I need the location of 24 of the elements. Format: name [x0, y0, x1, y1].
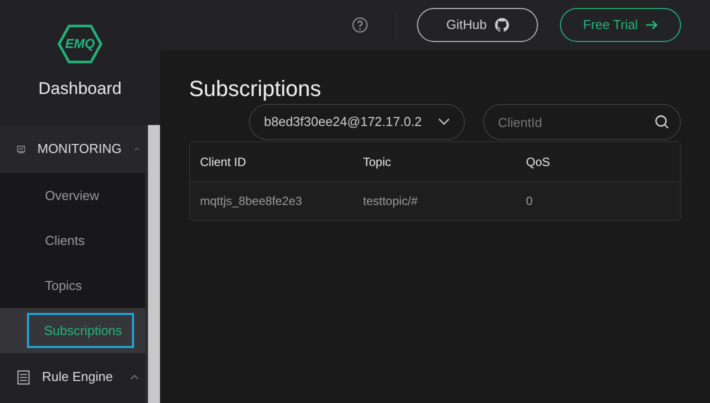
chevron-up-icon [130, 374, 139, 380]
github-icon [494, 18, 509, 32]
column-header: Client ID [200, 154, 248, 170]
arrow-right-icon [646, 20, 658, 30]
table-cell-text: 0 [526, 193, 534, 210]
github-button[interactable]: GitHub [417, 8, 538, 42]
page-title: Subscriptions [189, 78, 322, 100]
menu-item[interactable]: Subscriptions [27, 312, 134, 348]
list-icon [17, 370, 30, 384]
free-trial-button[interactable]: Free Trial [560, 8, 681, 42]
chevron-up-icon [134, 146, 139, 152]
table-cell-text: mqttjs_8bee8fe2e3 [200, 193, 304, 210]
search-field[interactable]: ClientId [483, 104, 681, 140]
column-header: Topic [363, 154, 392, 170]
menu-group[interactable]: MONITORING [0, 125, 145, 173]
column-header: QoS [526, 154, 552, 170]
chevron-down-icon [438, 118, 450, 126]
app-title: Dashboard [38, 78, 122, 100]
scrollbar[interactable] [145, 125, 160, 403]
table-cell-text: testtopic/# [363, 193, 419, 210]
logo: EMQ [57, 24, 103, 64]
search-icon[interactable] [655, 115, 669, 129]
node-select[interactable]: b8ed3f30ee24@172.17.0.2 [249, 104, 465, 140]
help-icon[interactable] [352, 17, 368, 33]
